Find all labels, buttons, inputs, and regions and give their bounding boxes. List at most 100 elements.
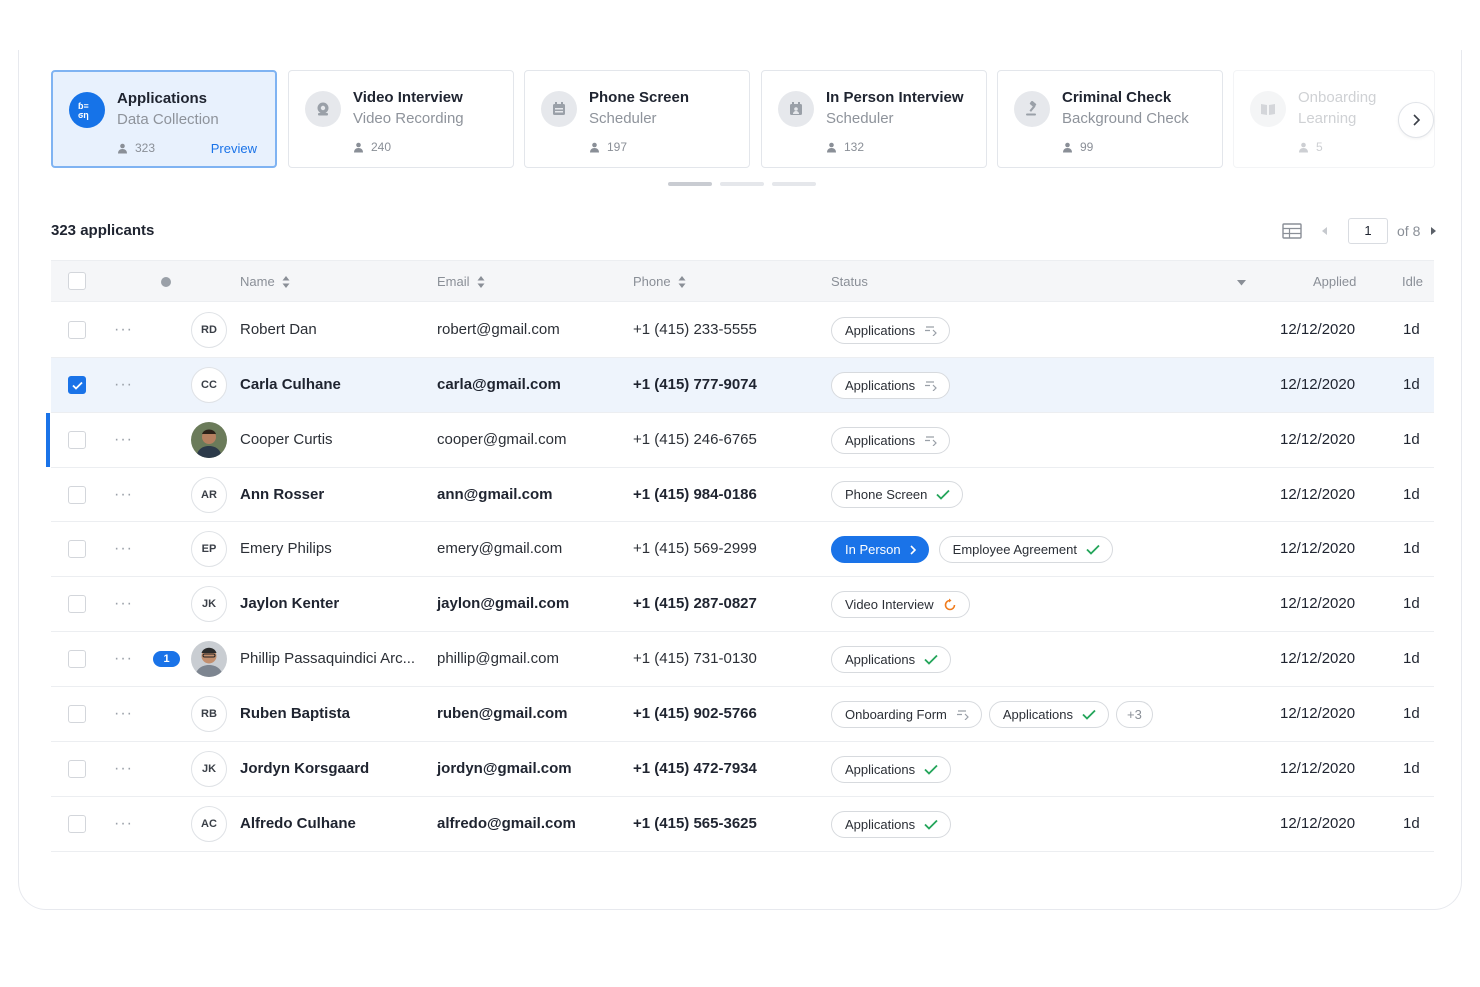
applicant-phone: +1 (415) 902-5766 xyxy=(633,705,757,722)
stage-count-value: 323 xyxy=(135,141,156,155)
stage-count-value: 99 xyxy=(1080,140,1094,154)
carousel-dot[interactable] xyxy=(772,182,816,186)
status-pill[interactable]: Applications xyxy=(831,372,951,399)
stage-count-value: 5 xyxy=(1316,140,1323,154)
row-checkbox[interactable] xyxy=(68,705,86,723)
stage-card-phone-screen[interactable]: Phone Screen Scheduler 197 xyxy=(524,70,750,168)
page-number-input[interactable]: 1 xyxy=(1348,218,1388,244)
stage-subtitle: Data Collection xyxy=(117,111,219,128)
table-row[interactable]: ··· AC Alfredo Culhane alfredo@gmail.com… xyxy=(51,797,1434,852)
status-pill[interactable]: Onboarding Form xyxy=(831,701,982,728)
applicant-name[interactable]: Ruben Baptista xyxy=(240,705,350,722)
avatar: JK xyxy=(191,751,227,787)
row-checkbox[interactable] xyxy=(68,431,86,449)
column-applied[interactable]: Applied xyxy=(1313,274,1356,289)
row-checkbox[interactable] xyxy=(68,595,86,613)
status-pill[interactable]: Applications xyxy=(831,317,951,344)
status-pill[interactable]: Applications xyxy=(831,646,952,673)
applicant-name[interactable]: Ann Rosser xyxy=(240,486,324,503)
table-row[interactable]: ··· Cooper Curtis cooper@gmail.com +1 (4… xyxy=(46,413,1434,468)
applicant-name[interactable]: Emery Philips xyxy=(240,540,332,557)
video-icon xyxy=(305,91,341,127)
applicant-name[interactable]: Robert Dan xyxy=(240,321,317,338)
select-all-checkbox[interactable] xyxy=(68,272,86,290)
status-pill[interactable]: Employee Agreement xyxy=(938,536,1113,563)
applicant-phone: +1 (415) 565-3625 xyxy=(633,815,757,832)
status-label: Video Interview xyxy=(845,597,934,612)
status-pill[interactable]: Applications xyxy=(831,427,951,454)
status-pill-current[interactable]: In Person xyxy=(831,536,929,563)
status-filter-dropdown-icon[interactable] xyxy=(1237,280,1246,286)
applicant-name[interactable]: Phillip Passaquindici Arc... xyxy=(240,650,415,667)
table-row[interactable]: ··· EP Emery Philips emery@gmail.com +1 … xyxy=(51,522,1434,577)
applicant-name[interactable]: Carla Culhane xyxy=(240,376,341,393)
column-status[interactable]: Status xyxy=(831,274,868,289)
table-row[interactable]: ··· RD Robert Dan robert@gmail.com +1 (4… xyxy=(51,303,1434,358)
table-row[interactable]: ··· CC Carla Culhane carla@gmail.com +1 … xyxy=(51,358,1434,413)
stage-card-applications[interactable]: ɓ≡ ϭƞ Applications Data Collection 323 Pr… xyxy=(51,70,277,168)
status-pill[interactable]: Video Interview xyxy=(831,591,970,618)
column-idle-label: Idle xyxy=(1402,274,1423,289)
pending-icon xyxy=(944,598,955,610)
stage-title: Phone Screen xyxy=(589,89,690,106)
table-row[interactable]: ··· 1 Phillip Passaquindici Arc... phill… xyxy=(51,632,1434,687)
column-email[interactable]: Email xyxy=(437,274,485,289)
stage-subtitle: Video Recording xyxy=(353,110,464,127)
more-options-icon[interactable]: ··· xyxy=(114,596,133,612)
prev-page-icon[interactable] xyxy=(1322,227,1328,235)
more-options-icon[interactable]: ··· xyxy=(114,377,133,393)
person-icon xyxy=(118,143,127,153)
column-email-label: Email xyxy=(437,274,470,289)
column-idle[interactable]: Idle xyxy=(1402,274,1423,289)
row-checkbox[interactable] xyxy=(68,815,86,833)
more-options-icon[interactable]: ··· xyxy=(114,432,133,448)
idle-time: 1d xyxy=(1403,650,1420,667)
row-checkbox[interactable] xyxy=(68,760,86,778)
applied-date: 12/12/2020 xyxy=(1280,540,1356,557)
carousel-dot[interactable] xyxy=(720,182,764,186)
row-checkbox[interactable] xyxy=(68,540,86,558)
carousel-next-button[interactable] xyxy=(1398,102,1434,138)
more-statuses-pill[interactable]: +3 xyxy=(1116,701,1153,728)
applicant-phone: +1 (415) 472-7934 xyxy=(633,760,757,777)
applicant-name[interactable]: Jordyn Korsgaard xyxy=(240,760,369,777)
row-checkbox[interactable] xyxy=(68,376,86,394)
next-page-icon[interactable] xyxy=(1430,227,1437,235)
table-row[interactable]: ··· JK Jaylon Kenter jaylon@gmail.com +1… xyxy=(51,577,1434,632)
check-icon xyxy=(924,819,938,830)
carousel-dot-active[interactable] xyxy=(668,182,712,186)
column-phone[interactable]: Phone xyxy=(633,274,686,289)
table-row[interactable]: ··· AR Ann Rosser ann@gmail.com +1 (415)… xyxy=(51,468,1434,522)
stage-subtitle: Learning xyxy=(1298,110,1357,127)
sort-icon xyxy=(477,275,485,288)
status-pill[interactable]: Phone Screen xyxy=(831,481,964,508)
row-checkbox[interactable] xyxy=(68,321,86,339)
table-row[interactable]: ··· JK Jordyn Korsgaard jordyn@gmail.com… xyxy=(51,742,1434,797)
more-options-icon[interactable]: ··· xyxy=(114,706,133,722)
table-row[interactable]: ··· RB Ruben Baptista ruben@gmail.com +1… xyxy=(51,687,1434,742)
more-options-icon[interactable]: ··· xyxy=(114,541,133,557)
status-pill[interactable]: Applications xyxy=(831,811,952,838)
stage-card-criminal-check[interactable]: Criminal Check Background Check 99 xyxy=(997,70,1223,168)
more-options-icon[interactable]: ··· xyxy=(114,322,133,338)
status-pill[interactable]: Applications xyxy=(988,701,1109,728)
preview-link[interactable]: Preview xyxy=(211,141,257,156)
row-checkbox[interactable] xyxy=(68,650,86,668)
stage-card-in-person-interview[interactable]: In Person Interview Scheduler 132 xyxy=(761,70,987,168)
row-checkbox[interactable] xyxy=(68,486,86,504)
avatar: RB xyxy=(191,696,227,732)
sort-icon xyxy=(282,275,290,288)
status-pills: Video Interview xyxy=(831,591,970,618)
status-pill[interactable]: Applications xyxy=(831,756,952,783)
table-view-icon[interactable] xyxy=(1282,223,1302,239)
applicant-name[interactable]: Alfredo Culhane xyxy=(240,815,356,832)
more-options-icon[interactable]: ··· xyxy=(114,816,133,832)
applicant-name[interactable]: Jaylon Kenter xyxy=(240,595,339,612)
applicant-name[interactable]: Cooper Curtis xyxy=(240,431,333,448)
column-name[interactable]: Name xyxy=(240,274,290,289)
more-options-icon[interactable]: ··· xyxy=(114,761,133,777)
stage-card-video-interview[interactable]: Video Interview Video Recording 240 xyxy=(288,70,514,168)
more-options-icon[interactable]: ··· xyxy=(114,487,133,503)
status-pills: Applications xyxy=(831,317,951,344)
more-options-icon[interactable]: ··· xyxy=(114,651,133,667)
